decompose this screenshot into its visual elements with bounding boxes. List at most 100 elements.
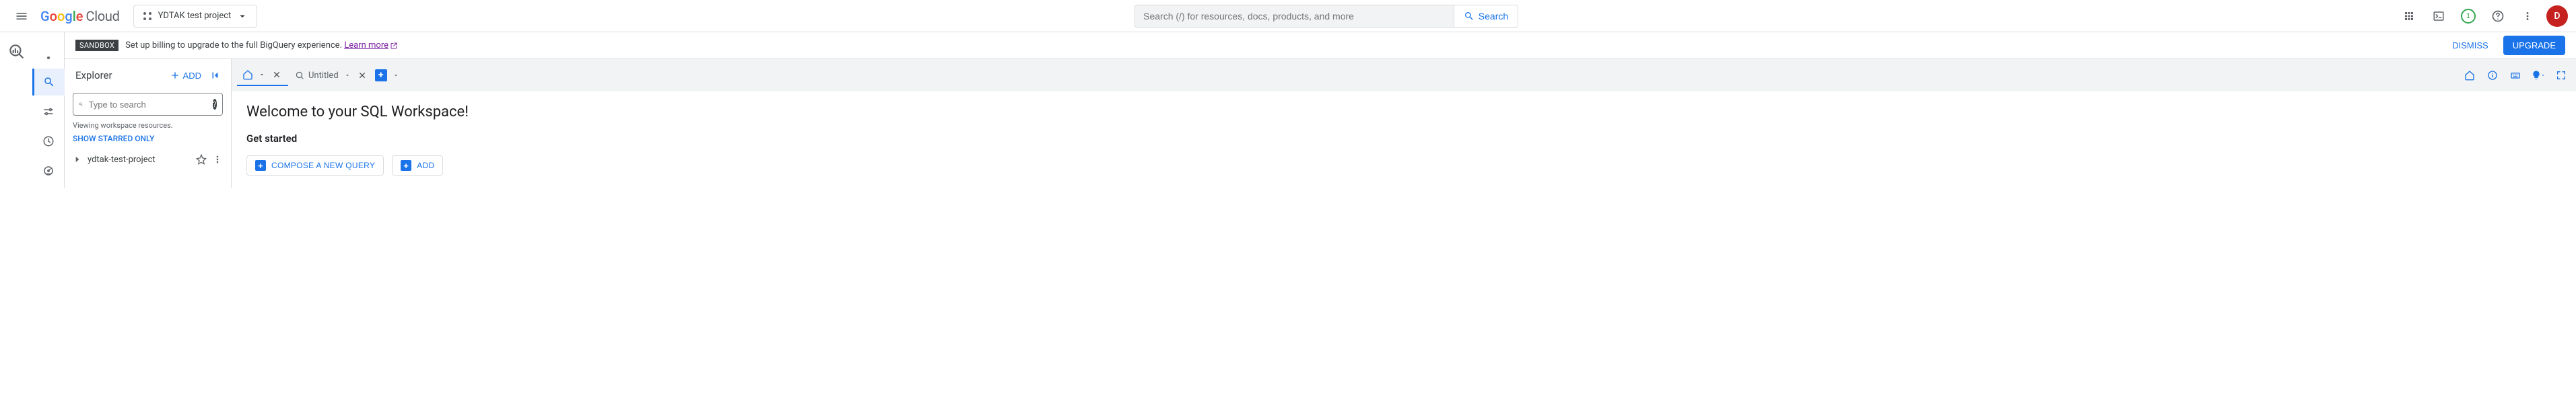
query-icon — [295, 71, 304, 80]
help-button[interactable] — [2484, 3, 2511, 30]
bigquery-product-icon[interactable] — [3, 38, 30, 65]
welcome-area: Welcome to your SQL Workspace! Get start… — [232, 91, 2576, 188]
explorer-panel: Explorer ADD ? Viewing workspa — [65, 59, 232, 188]
untitled-tab[interactable]: Untitled — [290, 65, 374, 86]
nav-transfers[interactable] — [32, 98, 65, 125]
home-tab-dropdown[interactable] — [257, 71, 267, 78]
more-button[interactable] — [2514, 3, 2541, 30]
more-vert-icon[interactable] — [212, 154, 223, 165]
nav-dot — [47, 56, 50, 59]
project-tree-item[interactable]: ydtak-test-project — [73, 149, 223, 170]
plus-icon — [170, 70, 180, 81]
dropdown-icon — [344, 72, 351, 79]
sandbox-banner: SANDBOX Set up billing to upgrade to the… — [65, 32, 2576, 59]
bigquery-icon — [7, 42, 25, 60]
home-icon-button[interactable] — [2460, 66, 2479, 85]
apps-icon — [2403, 10, 2415, 22]
get-started-buttons: + COMPOSE A NEW QUERY + ADD — [246, 155, 2561, 176]
search-icon — [1464, 11, 1475, 22]
nav-scheduled[interactable] — [32, 128, 65, 155]
new-tab-controls: + — [375, 69, 403, 81]
workspace-area: Untitled + — [232, 59, 2576, 188]
below-header: SANDBOX Set up billing to upgrade to the… — [0, 32, 2576, 188]
explorer-header: Explorer ADD — [65, 59, 231, 91]
home-icon — [2464, 70, 2475, 81]
search-icon — [79, 99, 83, 110]
sandbox-text: Set up billing to upgrade to the full Bi… — [125, 40, 398, 50]
home-tab-close[interactable] — [271, 69, 283, 81]
explorer-search-field[interactable]: ? — [73, 93, 223, 116]
tabs-right-icons — [2460, 66, 2571, 85]
plus-icon: + — [255, 160, 266, 171]
upgrade-button[interactable]: UPGRADE — [2503, 36, 2565, 55]
tips-icon-button[interactable] — [2529, 66, 2548, 85]
explorer-search-input[interactable] — [89, 100, 207, 110]
external-link-icon — [390, 42, 398, 50]
google-logo-text: Google — [40, 8, 83, 24]
untitled-tab-close[interactable] — [356, 69, 368, 81]
close-icon — [272, 70, 281, 79]
explorer-body: ? Viewing workspace resources. SHOW STAR… — [65, 93, 231, 170]
gauge-icon — [42, 165, 55, 177]
explorer-add-button[interactable]: ADD — [166, 67, 205, 83]
cloud-shell-button[interactable] — [2425, 3, 2452, 30]
new-tab-dropdown[interactable] — [388, 72, 403, 79]
viewing-resources-text: Viewing workspace resources. — [73, 121, 223, 130]
welcome-title: Welcome to your SQL Workspace! — [246, 104, 2561, 120]
show-starred-link[interactable]: SHOW STARRED ONLY — [73, 134, 223, 143]
fullscreen-icon-button[interactable] — [2552, 66, 2571, 85]
cloud-text: Cloud — [86, 8, 120, 24]
sandbox-badge: SANDBOX — [75, 40, 118, 51]
search-help-icon[interactable]: ? — [213, 99, 217, 110]
header-right: 1 D — [2396, 3, 2568, 30]
more-vert-icon — [2521, 10, 2534, 22]
chevron-right-icon — [73, 155, 82, 164]
compose-query-button[interactable]: + COMPOSE A NEW QUERY — [246, 155, 384, 176]
nav-sql-workspace[interactable] — [32, 69, 65, 96]
add-resource-button[interactable]: + ADD — [392, 155, 443, 176]
dropdown-icon — [259, 71, 265, 78]
top-header: Google Cloud YDTAK test project Search 1 — [0, 0, 2576, 32]
star-icon[interactable] — [196, 154, 207, 165]
google-cloud-logo[interactable]: Google Cloud — [40, 8, 120, 24]
help-icon — [2491, 9, 2505, 23]
header-center: Search — [263, 5, 2390, 28]
project-icon — [142, 11, 153, 22]
search-button[interactable]: Search — [1454, 5, 1518, 27]
project-name-label: ydtak-test-project — [88, 155, 156, 165]
new-tab-button[interactable]: + — [375, 69, 387, 81]
terminal-icon — [2433, 10, 2445, 22]
left-nav-rail — [32, 32, 65, 188]
home-tab[interactable] — [237, 65, 288, 86]
info-icon — [2487, 70, 2498, 81]
search-input[interactable] — [1135, 5, 1454, 27]
sliders-icon — [42, 106, 55, 118]
collapse-explorer-button[interactable] — [205, 65, 226, 85]
account-avatar[interactable]: D — [2546, 5, 2568, 27]
dropdown-icon — [2540, 73, 2546, 78]
untitled-tab-dropdown[interactable] — [343, 72, 352, 79]
nav-menu-button[interactable] — [8, 3, 35, 30]
tabs-bar: Untitled + — [232, 59, 2576, 91]
project-name: YDTAK test project — [158, 11, 232, 21]
dismiss-button[interactable]: DISMISS — [2444, 36, 2496, 54]
project-picker[interactable]: YDTAK test project — [133, 5, 258, 28]
get-started-heading: Get started — [246, 132, 2561, 145]
shortcuts-icon-button[interactable] — [2506, 66, 2525, 85]
notifications-button[interactable]: 1 — [2455, 3, 2482, 30]
close-icon — [358, 71, 367, 80]
sandbox-learn-more-link[interactable]: Learn more — [344, 40, 398, 50]
clock-icon — [42, 135, 55, 147]
collapse-left-icon — [209, 69, 222, 81]
nav-monitoring[interactable] — [32, 157, 65, 184]
hamburger-icon — [15, 9, 28, 23]
product-icon-column — [0, 32, 32, 188]
dropdown-icon — [236, 10, 248, 22]
explorer-title: Explorer — [75, 69, 166, 81]
global-search: Search — [1134, 5, 1518, 28]
main-area: SANDBOX Set up billing to upgrade to the… — [65, 32, 2576, 188]
home-icon — [242, 69, 253, 80]
apps-button[interactable] — [2396, 3, 2422, 30]
dropdown-icon — [393, 72, 399, 79]
info-icon-button[interactable] — [2483, 66, 2502, 85]
